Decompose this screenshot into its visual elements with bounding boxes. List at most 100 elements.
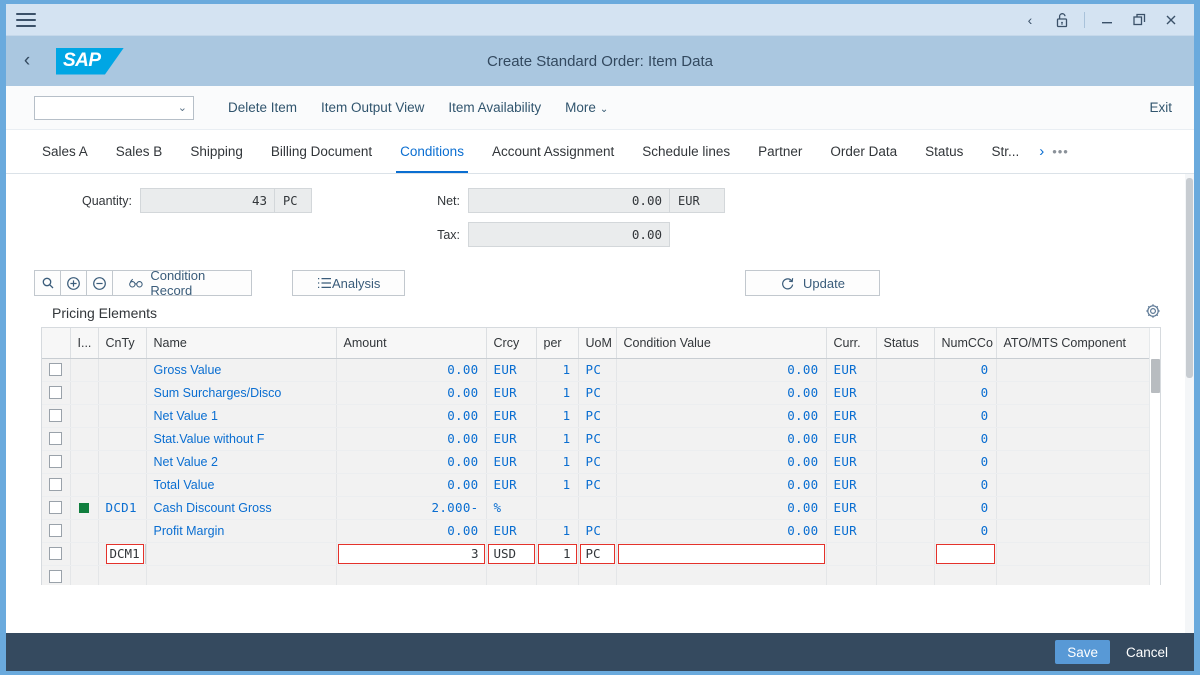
uom-cell[interactable]: PC — [578, 542, 617, 566]
per-cell-input[interactable]: 1 — [537, 543, 577, 564]
cnty-cell[interactable]: DCM1 — [98, 542, 147, 566]
item-availability-button[interactable]: Item Availability — [436, 100, 553, 115]
tab-structure[interactable]: Str... — [977, 130, 1033, 173]
tab-shipping[interactable]: Shipping — [176, 130, 257, 173]
numcco-cell[interactable]: 0 — [934, 381, 997, 405]
tab-overflow-icon[interactable]: ••• — [1050, 130, 1077, 173]
cancel-button[interactable]: Cancel — [1114, 640, 1180, 664]
row-name-cell[interactable]: Gross Value — [146, 358, 337, 382]
row-checkbox-cell[interactable] — [42, 519, 71, 543]
row-checkbox[interactable] — [49, 432, 63, 445]
col-per[interactable]: per — [536, 328, 579, 359]
row-name-cell[interactable]: Stat.Value without F — [146, 427, 337, 451]
item-output-view-button[interactable]: Item Output View — [309, 100, 436, 115]
table-row[interactable]: DCD1 Cash Discount Gross 2.000-% 0.00 EUR 0 — [42, 496, 1160, 520]
numcco-cell[interactable]: 0 — [934, 473, 997, 497]
minimize-icon[interactable] — [1092, 6, 1122, 34]
condition-record-button[interactable]: Condition Record — [112, 268, 252, 298]
col-status[interactable]: Status — [876, 328, 935, 359]
row-checkbox[interactable] — [49, 409, 63, 422]
tab-partner[interactable]: Partner — [744, 130, 816, 173]
col-numcco[interactable]: NumCCo — [934, 328, 997, 359]
amount-cell[interactable]: 3 — [336, 542, 487, 566]
net-field[interactable]: 0.00 — [468, 188, 670, 213]
tax-field[interactable]: 0.00 — [468, 222, 670, 247]
table-row[interactable]: Gross Value 0.00 EUR 1 PC 0.00 EUR 0 — [42, 358, 1160, 382]
grid-vertical-scrollbar[interactable] — [1149, 328, 1160, 585]
numcco-cell-input[interactable] — [935, 543, 995, 564]
page-scroll-thumb[interactable] — [1186, 178, 1193, 378]
row-checkbox[interactable] — [49, 524, 63, 537]
analysis-button[interactable]: Analysis — [292, 270, 406, 296]
table-row[interactable]: Sum Surcharges/Disco 0.00 EUR 1 PC 0.00 EUR 0 — [42, 381, 1160, 405]
row-checkbox-cell[interactable] — [42, 358, 71, 382]
page-vertical-scrollbar[interactable] — [1185, 174, 1194, 633]
numcco-cell[interactable]: 0 — [934, 404, 997, 428]
row-checkbox-cell[interactable] — [42, 565, 71, 585]
row-checkbox-cell[interactable] — [42, 404, 71, 428]
amount-cell-input[interactable]: 3 — [337, 543, 485, 564]
tab-status[interactable]: Status — [911, 130, 977, 173]
col-crcy[interactable]: Crcy — [486, 328, 537, 359]
more-menu-button[interactable]: More ⌄ — [553, 100, 620, 115]
tab-order-data[interactable]: Order Data — [816, 130, 911, 173]
per-cell[interactable]: 1 — [536, 542, 579, 566]
col-condition-value[interactable]: Condition Value — [616, 328, 827, 359]
row-checkbox[interactable] — [49, 501, 63, 514]
update-button[interactable]: Update — [745, 270, 880, 296]
row-checkbox[interactable] — [49, 363, 63, 376]
shell-back-button[interactable]: ‹ — [6, 36, 48, 86]
condition-type-input[interactable]: DCM1 — [105, 543, 144, 564]
col-select-all[interactable] — [42, 328, 71, 359]
search-button[interactable] — [34, 270, 61, 296]
col-uom[interactable]: UoM — [578, 328, 617, 359]
table-row[interactable]: DCM1 3 USD 1 PC — [42, 542, 1160, 566]
numcco-cell[interactable]: 0 — [934, 358, 997, 382]
tab-conditions[interactable]: Conditions — [386, 130, 478, 173]
crcy-cell-input[interactable]: USD — [487, 543, 535, 564]
row-name-cell[interactable]: Net Value 1 — [146, 404, 337, 428]
remove-row-button[interactable] — [86, 270, 113, 296]
row-checkbox-cell[interactable] — [42, 542, 71, 566]
condition-value-cell-input[interactable] — [617, 543, 825, 564]
restore-icon[interactable] — [1124, 6, 1154, 34]
tab-schedule-lines[interactable]: Schedule lines — [628, 130, 744, 173]
row-name-cell[interactable]: Sum Surcharges/Disco — [146, 381, 337, 405]
numcco-cell[interactable]: 0 — [934, 519, 997, 543]
tab-sales-b[interactable]: Sales B — [102, 130, 177, 173]
row-checkbox[interactable] — [49, 386, 63, 399]
hamburger-icon[interactable] — [16, 12, 36, 27]
add-row-button[interactable] — [60, 270, 87, 296]
col-amount[interactable]: Amount — [336, 328, 487, 359]
row-checkbox[interactable] — [49, 455, 63, 468]
exit-button[interactable]: Exit — [1141, 100, 1180, 115]
gear-icon[interactable] — [1145, 303, 1161, 319]
condition-value-cell[interactable] — [616, 542, 827, 566]
chevron-right-icon[interactable]: › — [1033, 130, 1050, 173]
uom-cell-input[interactable]: PC — [579, 543, 615, 564]
crcy-cell[interactable]: USD — [486, 542, 537, 566]
delete-item-button[interactable]: Delete Item — [216, 100, 309, 115]
history-back-icon[interactable]: ‹ — [1015, 6, 1045, 34]
row-checkbox-cell[interactable] — [42, 473, 71, 497]
item-selector-dropdown[interactable]: ⌄ — [34, 95, 194, 120]
grid-scroll-thumb[interactable] — [1151, 359, 1160, 393]
table-row[interactable]: Net Value 1 0.00 EUR 1 PC 0.00 EUR 0 — [42, 404, 1160, 428]
tab-account-assignment[interactable]: Account Assignment — [478, 130, 628, 173]
numcco-cell[interactable]: 0 — [934, 450, 997, 474]
col-indicator[interactable]: I... — [70, 328, 99, 359]
col-ato-mts[interactable]: ATO/MTS Component — [996, 328, 1160, 359]
row-checkbox-cell[interactable] — [42, 427, 71, 451]
row-checkbox[interactable] — [49, 478, 63, 491]
numcco-cell[interactable]: 0 — [934, 427, 997, 451]
tab-sales-a[interactable]: Sales A — [28, 130, 102, 173]
row-checkbox[interactable] — [49, 570, 63, 583]
row-name-cell[interactable]: Total Value — [146, 473, 337, 497]
row-checkbox-cell[interactable] — [42, 381, 71, 405]
tab-billing-document[interactable]: Billing Document — [257, 130, 386, 173]
table-row[interactable]: Net Value 2 0.00 EUR 1 PC 0.00 EUR 0 — [42, 450, 1160, 474]
table-row[interactable]: Total Value 0.00 EUR 1 PC 0.00 EUR 0 — [42, 473, 1160, 497]
row-checkbox-cell[interactable] — [42, 496, 71, 520]
unlock-icon[interactable] — [1047, 6, 1077, 34]
row-checkbox[interactable] — [49, 547, 63, 560]
